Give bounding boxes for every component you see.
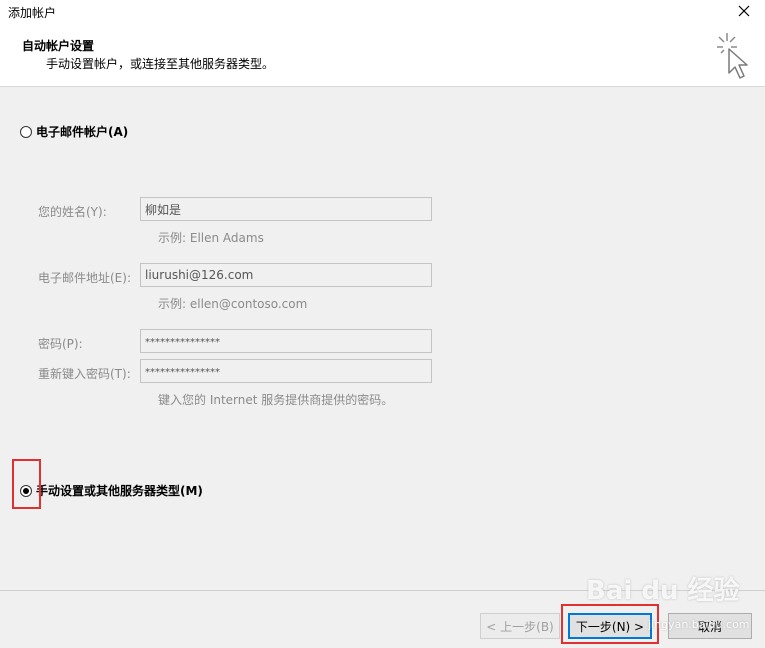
radio-email-account-label: 电子邮件帐户(A) xyxy=(36,125,129,139)
next-button[interactable]: 下一步(N) > xyxy=(568,613,652,639)
name-hint: 示例: Ellen Adams xyxy=(158,231,264,245)
radio-manual-setup[interactable]: 手动设置或其他服务器类型(M) xyxy=(20,482,203,499)
add-account-dialog: 添加帐户 自动帐户设置 手动设置帐户，或连接至其他服务器类型。 电子邮件帐户(A… xyxy=(0,0,765,648)
email-label: 电子邮件地址(E): xyxy=(38,271,131,285)
password-field[interactable] xyxy=(140,329,432,353)
radio-email-account[interactable]: 电子邮件帐户(A) xyxy=(20,123,128,140)
email-hint: 示例: ellen@contoso.com xyxy=(158,297,308,311)
password-hint: 键入您的 Internet 服务提供商提供的密码。 xyxy=(158,393,394,407)
dialog-header: 自动帐户设置 手动设置帐户，或连接至其他服务器类型。 xyxy=(0,25,765,87)
header-subtitle: 手动设置帐户，或连接至其他服务器类型。 xyxy=(46,57,275,71)
title-bar: 添加帐户 xyxy=(0,0,765,25)
close-button[interactable] xyxy=(729,0,759,22)
password-label: 密码(P): xyxy=(38,337,83,351)
back-button[interactable]: < 上一步(B) xyxy=(480,613,560,639)
name-label: 您的姓名(Y): xyxy=(38,205,107,219)
name-field[interactable] xyxy=(140,197,432,221)
cursor-sparkle-icon xyxy=(717,33,748,79)
radio-email-account-indicator[interactable] xyxy=(20,125,32,138)
window-title: 添加帐户 xyxy=(8,6,57,20)
cancel-button[interactable]: 取消 xyxy=(668,613,752,639)
close-icon xyxy=(738,5,750,17)
email-field[interactable] xyxy=(140,263,432,287)
retype-password-field[interactable] xyxy=(140,359,432,383)
radio-manual-setup-indicator[interactable] xyxy=(20,484,32,497)
header-title: 自动帐户设置 xyxy=(22,39,95,53)
retype-password-label: 重新键入密码(T): xyxy=(38,367,131,381)
radio-manual-setup-label: 手动设置或其他服务器类型(M) xyxy=(36,484,203,498)
